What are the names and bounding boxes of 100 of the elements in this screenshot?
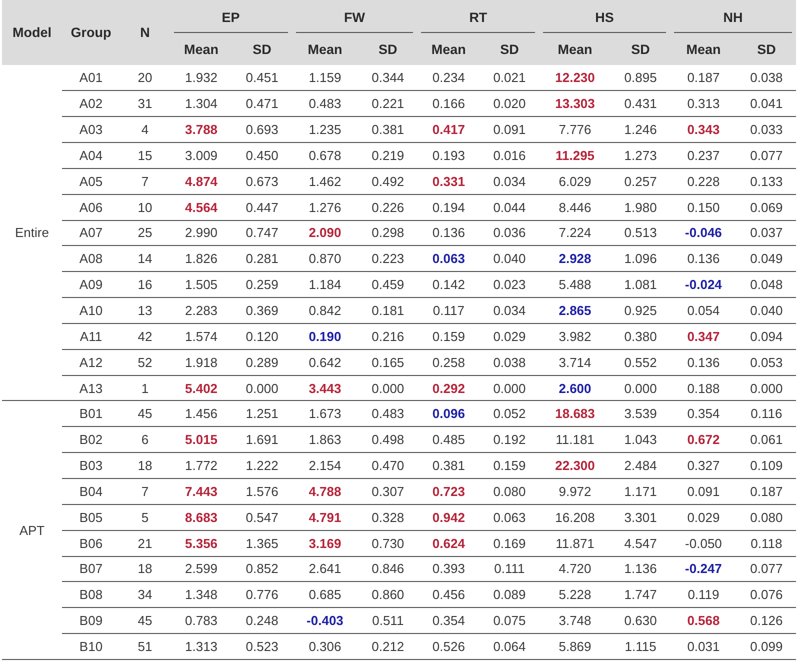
table-cell: A09 — [62, 272, 120, 298]
table-cell: A04 — [62, 142, 120, 168]
table-cell: 0.228 — [670, 168, 737, 194]
table-cell: 0.080 — [736, 504, 796, 530]
table-cell: 12.230 — [538, 65, 612, 91]
table-cell: 0.061 — [736, 426, 796, 453]
table-cell: A01 — [62, 65, 120, 91]
table-cell: -0.247 — [670, 556, 737, 582]
table-cell: 0.852 — [232, 556, 292, 582]
table-cell: -0.046 — [670, 220, 737, 246]
table-cell: 0.523 — [232, 634, 292, 660]
table-cell: 2.641 — [292, 556, 358, 582]
table-cell: 10 — [120, 194, 170, 220]
table-cell: 1.576 — [232, 478, 292, 504]
table-cell: 0.526 — [417, 634, 480, 660]
table-cell: 2.090 — [292, 220, 358, 246]
table-cell: 0.038 — [480, 349, 539, 376]
table-cell: 0.150 — [670, 194, 737, 220]
table-cell: 0.052 — [480, 400, 539, 427]
table-cell: 3.169 — [292, 530, 358, 556]
table-cell: 31 — [120, 90, 170, 117]
table-cell: 0.292 — [417, 375, 480, 401]
table-cell: -0.403 — [292, 608, 358, 634]
table-cell: 0.118 — [736, 530, 796, 556]
table-cell: 18 — [120, 556, 170, 582]
table-cell: 1.235 — [292, 116, 358, 143]
table-cell: 0.069 — [736, 194, 796, 220]
table-cell: 1.365 — [232, 530, 292, 556]
table-cell: 0.343 — [670, 116, 737, 143]
table-cell: 0.021 — [480, 65, 539, 91]
table-cell: 21 — [120, 530, 170, 556]
table-cell: 0.126 — [736, 608, 796, 634]
row-header: Entire — [2, 65, 62, 401]
table-cell: 0.685 — [292, 582, 358, 608]
table-cell: 0.470 — [358, 452, 418, 478]
table-cell: 1.863 — [292, 426, 358, 453]
table-cell: 0.063 — [480, 504, 539, 530]
table-cell: 0.630 — [611, 608, 670, 634]
table-cell: 0.860 — [358, 582, 418, 608]
table-cell: B03 — [62, 452, 120, 478]
table-cell: 2.484 — [611, 452, 670, 478]
table-cell: 0.111 — [480, 556, 539, 582]
table-cell: 15 — [120, 142, 170, 168]
column-header: SD — [736, 33, 796, 65]
table-cell: 5.869 — [538, 634, 612, 660]
table-cell: 1.273 — [611, 142, 670, 168]
table-cell: 1.081 — [611, 272, 670, 298]
table-cell: 0.431 — [611, 90, 670, 117]
table-cell: 0.730 — [358, 530, 418, 556]
table-cell: 5.228 — [538, 582, 612, 608]
table-cell: 0.169 — [480, 530, 539, 556]
table-cell: 0.216 — [358, 323, 418, 350]
table-cell: 0.259 — [232, 272, 292, 298]
table-cell: 0.624 — [417, 530, 480, 556]
table-cell: 0.136 — [670, 349, 737, 376]
column-header: EP — [174, 10, 288, 33]
table-cell: 1.932 — [170, 65, 233, 91]
table-cell: 0.053 — [736, 349, 796, 376]
table-cell: 0.212 — [358, 634, 418, 660]
table-cell: 0.116 — [736, 400, 796, 427]
table-cell: 0.193 — [417, 142, 480, 168]
table-cell: 34 — [120, 582, 170, 608]
table-cell: 0.870 — [292, 246, 358, 272]
table-cell: 2.928 — [538, 246, 612, 272]
table-cell: 0.306 — [292, 634, 358, 660]
table-cell: 0.459 — [358, 272, 418, 298]
table-cell: A02 — [62, 90, 120, 117]
table-cell: 3.788 — [170, 116, 233, 143]
table-cell: 1.043 — [611, 426, 670, 453]
table-cell: 0.925 — [611, 298, 670, 324]
table-cell: 1.826 — [170, 246, 233, 272]
table-cell: 0.034 — [480, 168, 539, 194]
table-cell: 0.447 — [232, 194, 292, 220]
table-cell: 18.683 — [538, 400, 612, 427]
column-header: Mean — [417, 33, 480, 65]
table-cell: 0.547 — [232, 504, 292, 530]
table-cell: 5.488 — [538, 272, 612, 298]
table-cell: 25 — [120, 220, 170, 246]
table-cell: 0.023 — [480, 272, 539, 298]
table-cell: 0.381 — [358, 116, 418, 143]
table-cell: 0.723 — [417, 478, 480, 504]
table-cell: 0.450 — [232, 142, 292, 168]
table-cell: 0.369 — [232, 298, 292, 324]
table-cell: 0.281 — [232, 246, 292, 272]
table-cell: 0.020 — [480, 90, 539, 117]
table-cell: 0.498 — [358, 426, 418, 453]
table-cell: 3.301 — [611, 504, 670, 530]
table-cell: 0.094 — [736, 323, 796, 350]
table-cell: 3.982 — [538, 323, 612, 350]
table-cell: 0.344 — [358, 65, 418, 91]
table-cell: 13.303 — [538, 90, 612, 117]
table-cell: 7 — [120, 168, 170, 194]
table-cell: 0.258 — [417, 349, 480, 376]
table-cell: 1.673 — [292, 400, 358, 427]
table-cell: 1.505 — [170, 272, 233, 298]
table-cell: 14 — [120, 246, 170, 272]
table-cell: 0.038 — [736, 65, 796, 91]
table-cell: 0.117 — [417, 298, 480, 324]
table-cell: 0.417 — [417, 116, 480, 143]
table-cell: 0.485 — [417, 426, 480, 453]
